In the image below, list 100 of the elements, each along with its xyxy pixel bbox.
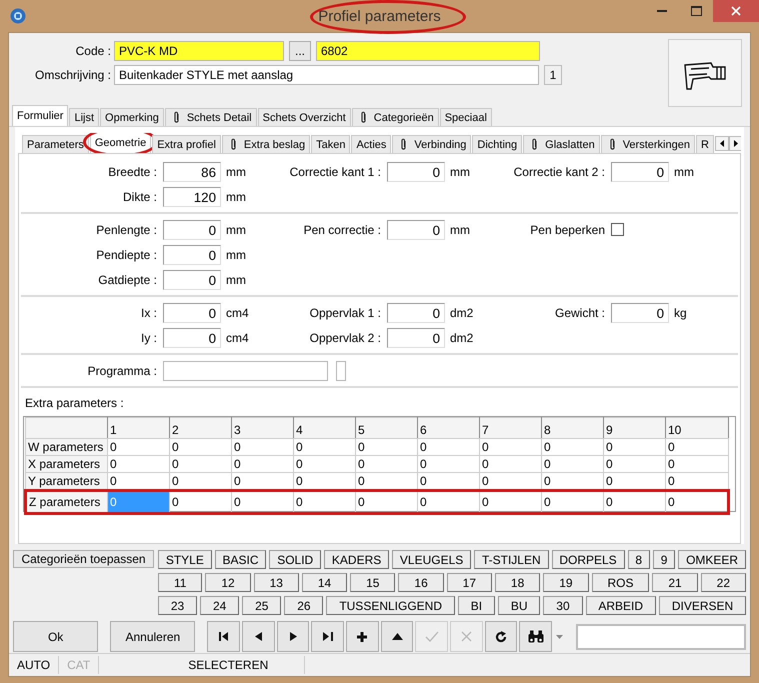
table-cell[interactable]: 0	[232, 490, 294, 514]
apply-categories-button[interactable]: Categorieën toepassen	[13, 550, 154, 568]
tab[interactable]: Extra profiel	[152, 135, 221, 153]
table-cell[interactable]: 0	[666, 438, 728, 456]
tab[interactable]: Opmerking	[100, 108, 164, 126]
tab[interactable]: Dichting	[472, 135, 522, 153]
category-button[interactable]: 14	[302, 573, 348, 592]
category-button[interactable]: BU	[498, 596, 540, 615]
input-field[interactable]: 0	[387, 328, 445, 348]
tab[interactable]: Acties	[351, 135, 392, 153]
tab[interactable]: Categorieën	[352, 108, 439, 126]
toolbar-button[interactable]	[207, 621, 240, 652]
table-cell[interactable]: 0	[604, 456, 666, 472]
category-button[interactable]: 24	[200, 596, 240, 615]
category-button[interactable]: 15	[350, 573, 396, 592]
category-button[interactable]: 23	[158, 596, 198, 615]
category-button[interactable]: 13	[254, 573, 299, 592]
table-cell[interactable]: 0	[232, 438, 294, 456]
table-cell[interactable]: 0	[480, 438, 542, 456]
toolbar-button[interactable]	[311, 621, 344, 652]
table-cell[interactable]: 0	[108, 456, 170, 472]
category-button[interactable]: ARBEID	[586, 596, 656, 615]
table-cell[interactable]: 0	[294, 438, 356, 456]
action-button[interactable]: Ok	[13, 621, 98, 652]
table-cell[interactable]: 0	[604, 472, 666, 490]
input-field[interactable]: 0	[163, 303, 221, 323]
table-cell[interactable]: 0	[170, 456, 232, 472]
category-button[interactable]: 18	[494, 573, 540, 592]
input-field[interactable]: 0	[163, 245, 221, 265]
scroll-right-button[interactable]	[728, 136, 741, 150]
toolbar-button[interactable]	[346, 621, 379, 652]
input-field[interactable]: 0	[611, 162, 669, 182]
category-button[interactable]: KADERS	[324, 550, 390, 569]
tab[interactable]: Glaslatten	[523, 135, 600, 153]
table-cell[interactable]: 0	[418, 438, 480, 456]
tab[interactable]: Extra beslag	[222, 135, 310, 153]
toolbar-button[interactable]	[380, 621, 414, 652]
tab[interactable]: Geometrie	[90, 133, 152, 153]
table-cell[interactable]: 0	[170, 490, 232, 514]
table-cell[interactable]: 0	[542, 456, 604, 472]
tab[interactable]: Taken	[311, 135, 350, 153]
category-button[interactable]: 25	[242, 596, 282, 615]
table-cell[interactable]: 0	[294, 472, 356, 490]
table-cell[interactable]: 0	[356, 438, 418, 456]
tab[interactable]: Schets Overzicht	[258, 108, 351, 126]
dropdown-arrow-icon[interactable]	[556, 634, 563, 638]
category-button[interactable]: 26	[284, 596, 324, 615]
tab[interactable]: Speciaal	[440, 108, 492, 126]
category-button[interactable]: BI	[458, 596, 495, 615]
table-cell[interactable]: 0	[604, 438, 666, 456]
table-cell[interactable]: 0	[666, 472, 728, 490]
category-button[interactable]: 12	[205, 573, 251, 592]
toolbar-button[interactable]	[519, 621, 552, 652]
table-cell[interactable]: 0	[542, 472, 604, 490]
table-cell[interactable]: 0	[232, 472, 294, 490]
tab[interactable]: Verbinding	[392, 135, 472, 153]
tab[interactable]: Parameters	[22, 135, 89, 153]
description-field[interactable]: Buitenkader STYLE met aanslag	[114, 65, 539, 85]
input-field[interactable]: 0	[163, 220, 221, 240]
scroll-left-button[interactable]	[714, 136, 729, 150]
category-button[interactable]: VLEUGELS	[392, 550, 472, 569]
table-cell[interactable]: 0	[108, 438, 170, 456]
number-field[interactable]: 6802	[316, 41, 540, 61]
table-cell[interactable]: 0	[356, 490, 418, 514]
table-cell[interactable]: 0	[542, 490, 604, 514]
input-field[interactable]: 0	[163, 328, 221, 348]
toolbar-button[interactable]	[484, 621, 518, 652]
input-field[interactable]: 86	[163, 162, 221, 182]
category-button[interactable]: 17	[446, 573, 492, 592]
category-button[interactable]: 21	[652, 573, 698, 592]
input-field[interactable]: 0	[387, 303, 445, 323]
tab[interactable]: R	[696, 135, 714, 153]
table-cell[interactable]: 0	[418, 456, 480, 472]
checkbox[interactable]	[611, 223, 624, 236]
category-button[interactable]: TUSSENLIGGEND	[326, 596, 455, 615]
small-field[interactable]	[336, 361, 346, 381]
tab[interactable]: Formulier	[12, 105, 68, 126]
input-field[interactable]: 0	[163, 270, 221, 290]
tab[interactable]: Versterkingen	[600, 135, 695, 153]
category-button[interactable]: 19	[543, 573, 588, 592]
category-button[interactable]: 8	[628, 550, 650, 569]
category-button[interactable]: 22	[700, 573, 746, 592]
browse-button[interactable]: ...	[289, 41, 311, 61]
code-field[interactable]: PVC-K MD	[114, 41, 284, 61]
category-button[interactable]: 9	[652, 550, 676, 569]
category-button[interactable]: 16	[398, 573, 444, 592]
category-button[interactable]: DORPELS	[552, 550, 625, 569]
table-cell[interactable]: 0	[232, 456, 294, 472]
table-cell[interactable]: 0	[666, 456, 728, 472]
category-button[interactable]: DIVERSEN	[658, 596, 746, 615]
input-field[interactable]: 0	[387, 220, 445, 240]
table-cell[interactable]: 0	[480, 490, 542, 514]
table-cell[interactable]: 0	[604, 490, 666, 514]
table-cell[interactable]: 0	[294, 456, 356, 472]
table-cell[interactable]: 0	[294, 490, 356, 514]
table-cell[interactable]: 0	[418, 472, 480, 490]
category-button[interactable]: BASIC	[214, 550, 266, 569]
search-field[interactable]	[576, 624, 746, 650]
table-cell[interactable]: 0	[480, 472, 542, 490]
category-button[interactable]: T-STIJLEN	[474, 550, 548, 569]
